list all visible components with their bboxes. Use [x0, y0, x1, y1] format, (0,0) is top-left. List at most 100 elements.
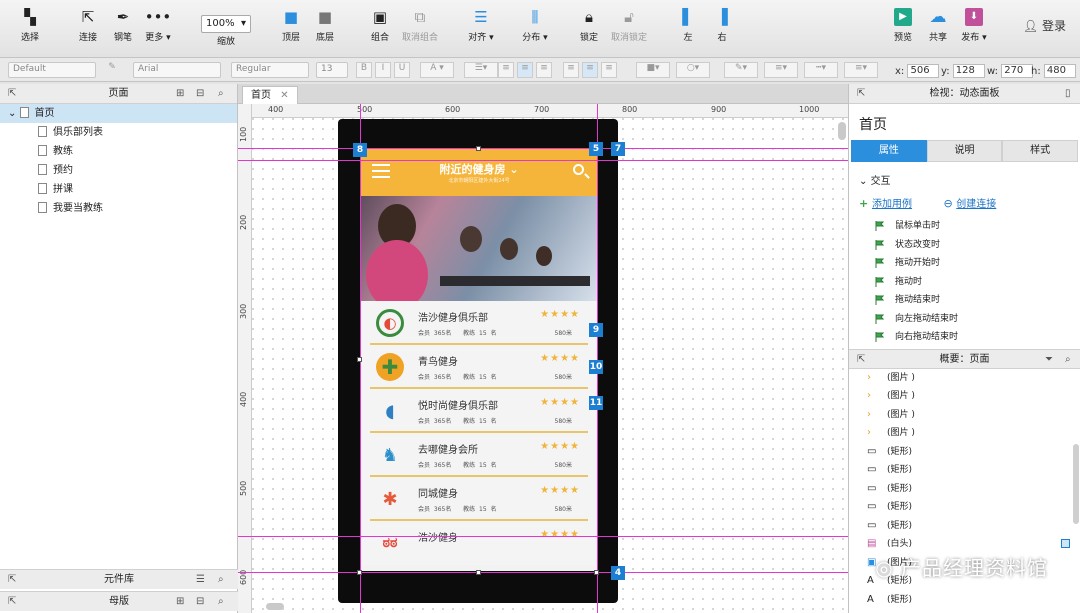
annotation-marker[interactable]: 10	[589, 360, 603, 374]
search-icon[interactable]: ⌕	[218, 592, 224, 612]
arrow-style-button[interactable]: ≡▾	[844, 62, 878, 78]
collapse-icon[interactable]: ⇱	[8, 570, 16, 590]
format-painter-icon[interactable]: ✎	[104, 62, 120, 78]
h-field[interactable]: h: 480	[1031, 64, 1076, 78]
close-icon[interactable]: ✕	[280, 90, 288, 101]
event-item[interactable]: 鼠标单击时	[849, 217, 1080, 236]
outline-item[interactable]: › (图片 )	[849, 369, 1080, 388]
publish-button[interactable]: ⬇ 发布 ▾	[950, 8, 998, 43]
guide-line[interactable]	[238, 536, 848, 537]
text-color-button[interactable]: A ▾	[420, 62, 454, 78]
unlock-tool[interactable]: 🔓︎ 取消锁定	[605, 8, 653, 43]
collapse-icon[interactable]: ⇱	[8, 84, 16, 104]
annotation-marker[interactable]: 7	[611, 142, 625, 156]
bold-button[interactable]: B	[356, 62, 372, 78]
align-right-button[interactable]: ≡	[536, 62, 552, 78]
annotation-marker[interactable]: 4	[611, 566, 625, 580]
italic-button[interactable]: I	[375, 62, 391, 78]
club-row[interactable]: ◐ 浩沙健身俱乐部 会员 365名 教练 15 名 ★★★★ 580米	[370, 301, 588, 345]
w-value[interactable]: 270	[1001, 64, 1034, 78]
x-field[interactable]: x: 506	[895, 64, 940, 78]
w-field[interactable]: w: 270	[987, 64, 1034, 78]
valign-top-button[interactable]: ≡	[563, 62, 579, 78]
annotation-marker[interactable]: 9	[589, 323, 603, 337]
interaction-section[interactable]: ⌄ 交互	[849, 162, 1080, 187]
event-item[interactable]: 拖动开始时	[849, 254, 1080, 273]
y-field[interactable]: y: 128	[941, 64, 985, 78]
x-value[interactable]: 506	[907, 64, 940, 78]
annotation-marker[interactable]: 8	[353, 143, 367, 157]
outline-item[interactable]: ▭ (矩形)	[849, 498, 1080, 517]
filter-icon[interactable]: ⏷	[1045, 350, 1053, 369]
shadow-button[interactable]: ○▾	[676, 62, 710, 78]
guide-line[interactable]	[238, 572, 848, 573]
resize-handle[interactable]	[594, 570, 599, 575]
design-canvas[interactable]: 400 500 600 700 800 900 1000 100 200 300…	[238, 104, 848, 613]
outline-item[interactable]: ▭ (矩形)	[849, 443, 1080, 462]
style-select[interactable]: Default	[8, 62, 96, 78]
add-folder-icon[interactable]: ⊟	[196, 84, 204, 104]
tree-item-group-class[interactable]: 拼课	[0, 180, 237, 199]
tree-item-booking[interactable]: 预约	[0, 161, 237, 180]
guide-line[interactable]	[238, 148, 848, 149]
menu-icon[interactable]: ☰	[196, 570, 205, 590]
valign-middle-button[interactable]: ≡	[582, 62, 598, 78]
create-link-link[interactable]: 创建连接	[956, 199, 996, 210]
search-icon[interactable]: ⌕	[218, 570, 224, 590]
annotation-marker[interactable]: 5	[589, 142, 603, 156]
line-width-button[interactable]: ≡▾	[764, 62, 798, 78]
add-page-icon[interactable]: ⊞	[176, 84, 184, 104]
search-icon[interactable]: ⌕	[218, 84, 224, 104]
resize-handle[interactable]	[357, 570, 362, 575]
club-row[interactable]: ಠಠ 浩沙健身 ★★★★	[370, 521, 588, 565]
library-header[interactable]: ⇱ 元件库 ☰ ⌕	[0, 569, 238, 589]
resize-handle[interactable]	[476, 146, 481, 151]
collapse-icon[interactable]: ⇱	[857, 84, 865, 104]
more-tool[interactable]: ••• 更多 ▾	[134, 8, 182, 43]
select-tool[interactable]: ▚ 选择	[6, 8, 54, 43]
tab-home[interactable]: 首页 ✕	[242, 86, 298, 104]
line-color-button[interactable]: ✎▾	[724, 62, 758, 78]
distribute-tool[interactable]: ⫼ 分布 ▾	[511, 8, 559, 43]
login-button[interactable]: 👤︎ 登录	[1023, 17, 1066, 34]
event-item[interactable]: 拖动结束时	[849, 291, 1080, 310]
outline-item[interactable]: ▤ (白头)	[849, 535, 1080, 554]
outline-item[interactable]: ▭ (矩形)	[849, 480, 1080, 499]
tree-item-home[interactable]: ⌄ 首页	[0, 104, 237, 123]
event-item[interactable]: 状态改变时	[849, 236, 1080, 255]
search-icon[interactable]: ⌕	[1065, 350, 1071, 369]
collapse-icon[interactable]: ⇱	[8, 592, 16, 612]
outline-item[interactable]: › (图片 )	[849, 387, 1080, 406]
guide-line[interactable]	[597, 104, 598, 613]
phone-mockup[interactable]: 附近的健身房 ⌄ 北京市朝阳区建外大街24号 ◐ 浩沙健身俱乐部 会员 365名…	[338, 119, 618, 603]
weight-select[interactable]: Regular	[231, 62, 309, 78]
annotation-marker[interactable]: 11	[589, 396, 603, 410]
y-value[interactable]: 128	[952, 64, 985, 78]
event-item[interactable]: 向右拖动结束时	[849, 328, 1080, 347]
collapse-icon[interactable]: ⇱	[857, 350, 865, 369]
align-center-button[interactable]: ≡	[517, 62, 533, 78]
add-folder-icon[interactable]: ⊟	[196, 592, 204, 612]
valign-bottom-button[interactable]: ≡	[601, 62, 617, 78]
bullets-button[interactable]: ☰▾	[464, 62, 498, 78]
add-case-link[interactable]: 添加用例	[872, 199, 912, 210]
app-title[interactable]: 附近的健身房 ⌄	[360, 161, 598, 177]
horizontal-scrollbar[interactable]	[266, 603, 284, 610]
tree-item-club-list[interactable]: 俱乐部列表	[0, 123, 237, 142]
font-select[interactable]: Arial	[133, 62, 221, 78]
club-row[interactable]: ✱ 同城健身 会员 365名 教练 15 名 ★★★★ 580米	[370, 477, 588, 521]
resize-handle[interactable]	[476, 570, 481, 575]
line-style-button[interactable]: ┅▾	[804, 62, 838, 78]
fill-button[interactable]: ■▾	[636, 62, 670, 78]
tab-properties[interactable]: 属性	[851, 140, 927, 162]
send-back-tool[interactable]: ■ 底层	[301, 8, 349, 43]
tree-item-coach[interactable]: 教练	[0, 142, 237, 161]
outline-item[interactable]: › (图片 )	[849, 424, 1080, 443]
align-left-button[interactable]: ≡	[498, 62, 514, 78]
club-row[interactable]: ♞ 去哪健身会所 会员 365名 教练 15 名 ★★★★ 580米	[370, 433, 588, 477]
outline-item[interactable]: A (矩形)	[849, 591, 1080, 610]
outline-item[interactable]: ▭ (矩形)	[849, 517, 1080, 536]
ungroup-tool[interactable]: ⧉ 取消组合	[396, 8, 444, 43]
master-header[interactable]: ⇱ 母版 ⊞ ⊟ ⌕	[0, 591, 238, 611]
resize-handle[interactable]	[357, 357, 362, 362]
